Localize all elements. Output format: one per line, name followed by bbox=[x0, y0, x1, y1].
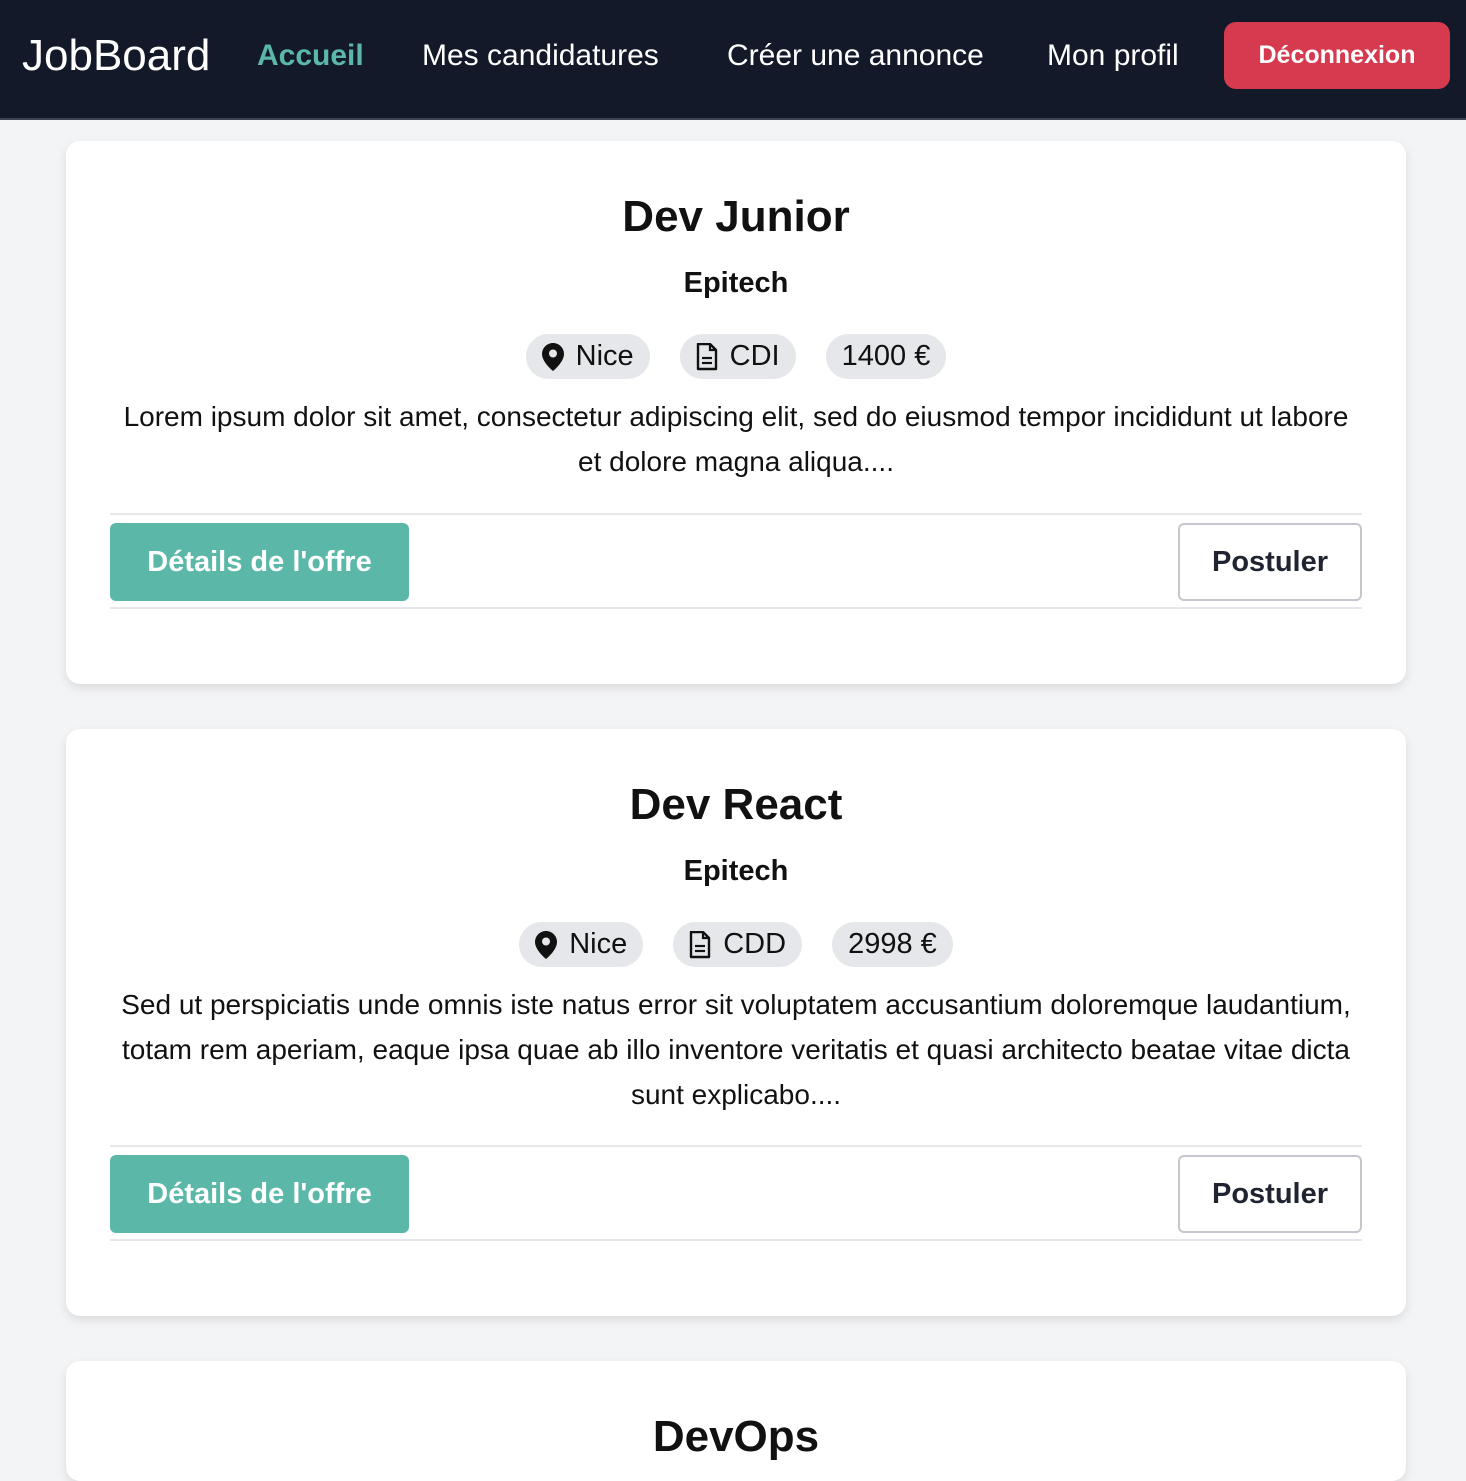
salary-badge: 1400 € bbox=[825, 334, 947, 379]
map-pin-icon bbox=[535, 930, 558, 959]
nav-link-creer-annonce[interactable]: Créer une annonce bbox=[727, 36, 984, 76]
apply-button[interactable]: Postuler bbox=[1178, 1155, 1362, 1233]
map-pin-icon bbox=[541, 342, 564, 371]
location-badge: Nice bbox=[519, 922, 644, 967]
job-actions: Détails de l'offre Postuler bbox=[110, 513, 1362, 609]
location-text: Nice bbox=[569, 928, 628, 960]
job-title: Dev Junior bbox=[622, 192, 850, 241]
job-actions: Détails de l'offre Postuler bbox=[110, 1145, 1362, 1241]
job-card: Dev Junior Epitech Nice CDI 1400 € Lorem… bbox=[66, 141, 1406, 684]
job-title: Dev React bbox=[629, 780, 843, 829]
contract-badge: CDI bbox=[679, 334, 796, 379]
apply-button[interactable]: Postuler bbox=[1178, 523, 1362, 601]
job-card: Dev React Epitech Nice CDD 2998 € Sed ut… bbox=[66, 729, 1406, 1316]
salary-text: 2998 € bbox=[848, 928, 937, 960]
job-company: Epitech bbox=[683, 267, 789, 299]
contract-text: CDD bbox=[723, 928, 787, 960]
document-icon bbox=[690, 930, 711, 958]
location-badge: Nice bbox=[525, 334, 650, 379]
nav-link-mon-profil[interactable]: Mon profil bbox=[1047, 36, 1179, 76]
job-description: Lorem ipsum dolor sit amet, consectetur … bbox=[123, 401, 1349, 477]
navbar: JobBoard Accueil Mes candidatures Créer … bbox=[0, 0, 1466, 120]
location-text: Nice bbox=[575, 340, 634, 372]
document-icon bbox=[696, 342, 717, 370]
job-badges: Nice CDD 2998 € bbox=[66, 922, 1406, 967]
nav-link-mes-candidatures[interactable]: Mes candidatures bbox=[422, 36, 659, 76]
job-card: DevOps bbox=[66, 1361, 1406, 1481]
job-title: DevOps bbox=[652, 1412, 820, 1461]
job-badges: Nice CDI 1400 € bbox=[66, 334, 1406, 379]
logout-button[interactable]: Déconnexion bbox=[1224, 22, 1450, 89]
job-company: Epitech bbox=[683, 855, 789, 887]
salary-text: 1400 € bbox=[841, 340, 931, 372]
details-button[interactable]: Détails de l'offre bbox=[110, 523, 409, 601]
brand-logo[interactable]: JobBoard bbox=[22, 30, 210, 82]
job-description: Sed ut perspiciatis unde omnis iste natu… bbox=[121, 989, 1351, 1110]
contract-badge: CDD bbox=[673, 922, 803, 967]
nav-link-accueil[interactable]: Accueil bbox=[257, 36, 364, 76]
details-button[interactable]: Détails de l'offre bbox=[110, 1155, 409, 1233]
salary-badge: 2998 € bbox=[832, 922, 953, 967]
contract-text: CDI bbox=[729, 340, 780, 372]
